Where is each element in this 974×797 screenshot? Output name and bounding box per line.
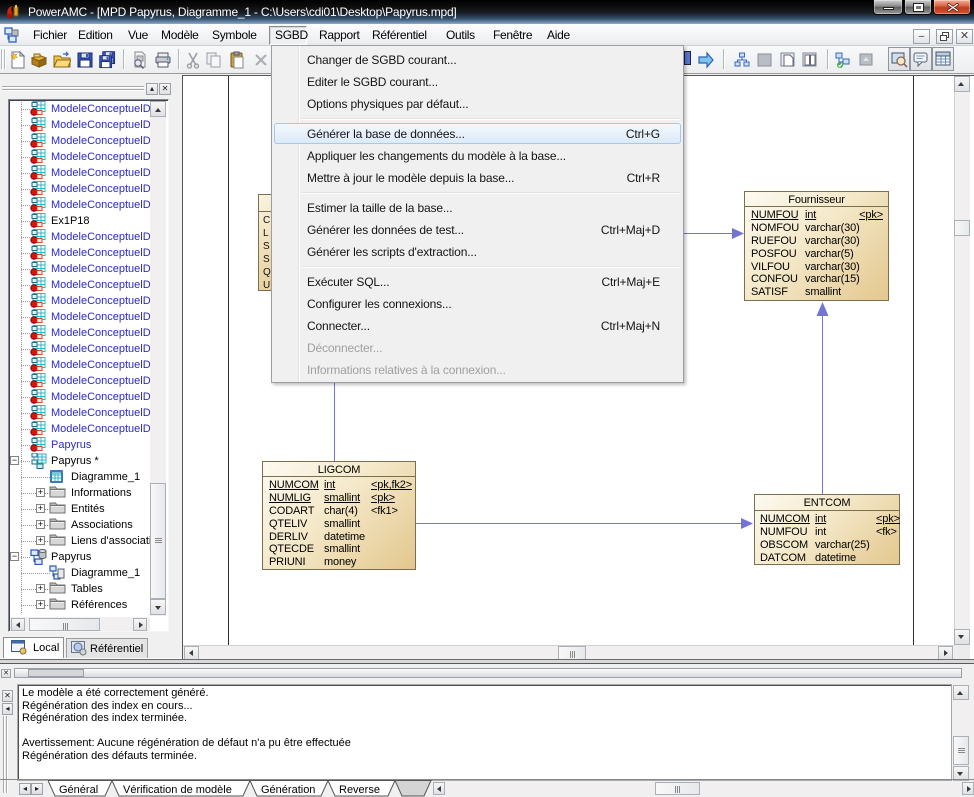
svg-text:Génération: Génération	[261, 784, 315, 796]
svg-text:Reverse: Reverse	[339, 784, 380, 796]
svg-text:Vérification de modèle: Vérification de modèle	[123, 784, 232, 796]
svg-text:Général: Général	[59, 784, 98, 796]
